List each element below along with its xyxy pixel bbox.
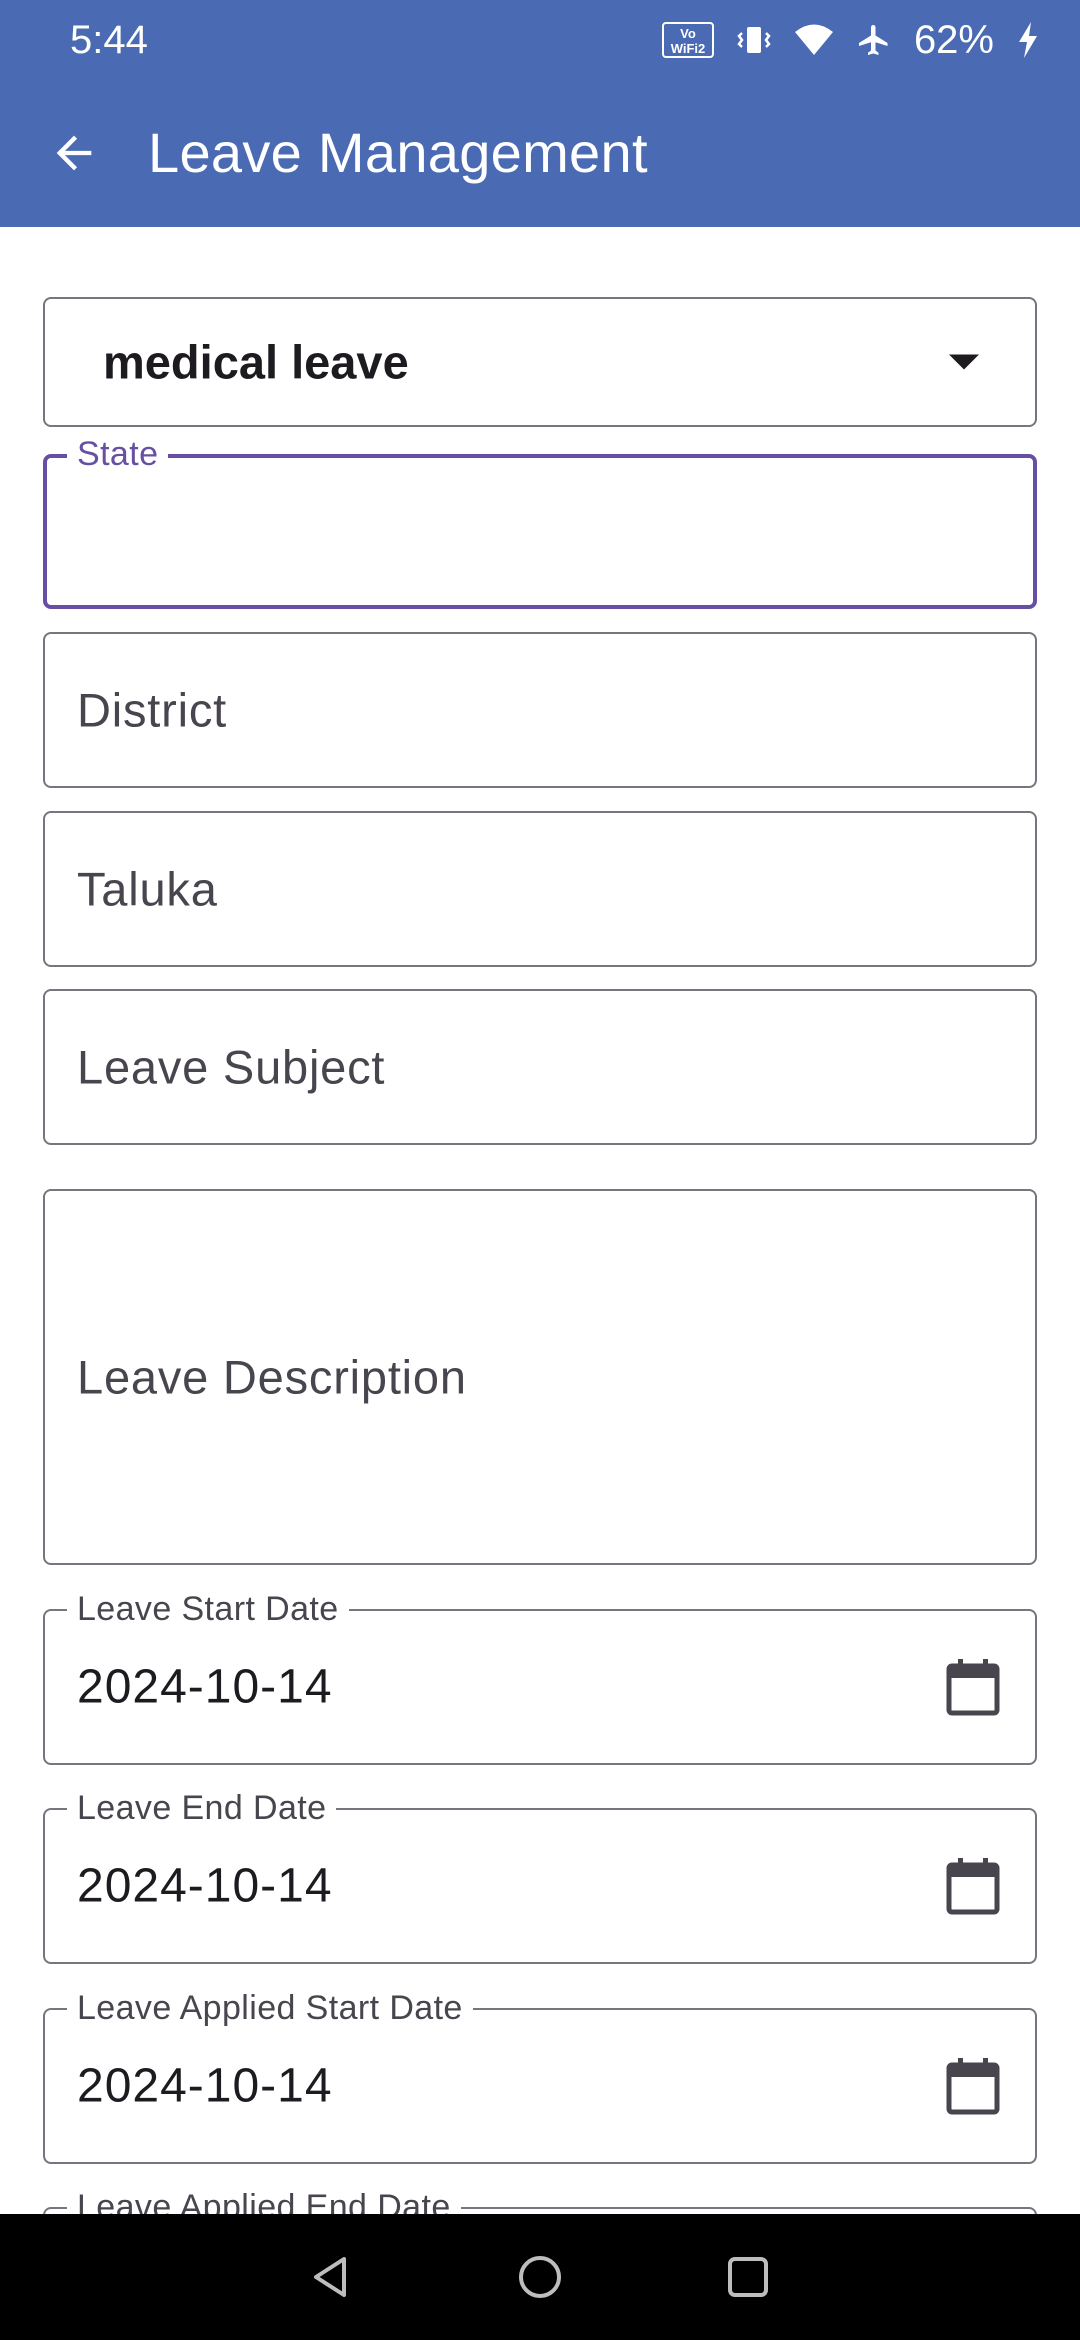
status-icons: Vo WiFi2 62% <box>661 17 1040 63</box>
leave-start-date-field[interactable]: Leave Start Date 2024-10-14 <box>43 1589 1037 1765</box>
back-button[interactable] <box>34 113 114 193</box>
taluka-placeholder: Taluka <box>77 862 218 916</box>
leave-end-date-label: Leave End Date <box>67 1788 337 1828</box>
dropdown-arrow-icon <box>949 354 979 370</box>
leave-description-placeholder: Leave Description <box>77 1350 467 1404</box>
app-bar: 5:44 Vo WiFi2 62% Leave Management <box>0 0 1080 227</box>
calendar-icon[interactable] <box>945 2056 1001 2116</box>
home-circle-icon <box>519 2256 561 2298</box>
system-nav-bar <box>0 2214 1080 2340</box>
leave-type-dropdown[interactable]: medical leave <box>43 297 1037 427</box>
nav-back-button[interactable] <box>302 2247 362 2307</box>
leave-applied-start-date-field[interactable]: Leave Applied Start Date 2024-10-14 <box>43 1988 1037 2164</box>
leave-applied-start-date-value: 2024-10-14 <box>77 2059 333 2113</box>
leave-applied-start-date-label: Leave Applied Start Date <box>67 1988 473 2028</box>
vibrate-icon <box>736 22 772 58</box>
vowifi-icon: Vo WiFi2 <box>661 22 714 58</box>
calendar-icon[interactable] <box>945 1657 1001 1717</box>
leave-subject-placeholder: Leave Subject <box>77 1040 386 1094</box>
battery-percent: 62% <box>913 17 994 62</box>
status-time: 5:44 <box>70 17 148 62</box>
leave-start-date-label: Leave Start Date <box>67 1589 349 1629</box>
taluka-input[interactable]: Taluka <box>43 811 1037 967</box>
svg-text:Vo: Vo <box>680 26 696 41</box>
calendar-icon[interactable] <box>945 1856 1001 1916</box>
toolbar: Leave Management <box>0 90 1080 215</box>
status-bar: 5:44 Vo WiFi2 62% <box>0 0 1080 80</box>
state-label: State <box>67 434 169 474</box>
wifi-icon <box>794 23 834 57</box>
page-title: Leave Management <box>148 121 648 184</box>
leave-type-value: medical leave <box>103 335 409 389</box>
recents-square-icon <box>728 2257 768 2297</box>
state-input[interactable]: State <box>43 434 1037 609</box>
leave-start-date-value: 2024-10-14 <box>77 1660 333 1714</box>
back-triangle-icon <box>314 2257 346 2297</box>
nav-recents-button[interactable] <box>718 2247 778 2307</box>
leave-end-date-value: 2024-10-14 <box>77 1859 333 1913</box>
airplane-icon <box>856 21 892 59</box>
nav-home-button[interactable] <box>510 2247 570 2307</box>
leave-subject-input[interactable]: Leave Subject <box>43 989 1037 1145</box>
district-placeholder: District <box>77 683 227 737</box>
arrow-left-icon <box>56 135 92 170</box>
district-input[interactable]: District <box>43 632 1037 788</box>
leave-description-input[interactable]: Leave Description <box>43 1189 1037 1565</box>
charging-icon <box>1016 21 1040 59</box>
leave-end-date-field[interactable]: Leave End Date 2024-10-14 <box>43 1788 1037 1964</box>
svg-text:WiFi2: WiFi2 <box>671 41 706 56</box>
